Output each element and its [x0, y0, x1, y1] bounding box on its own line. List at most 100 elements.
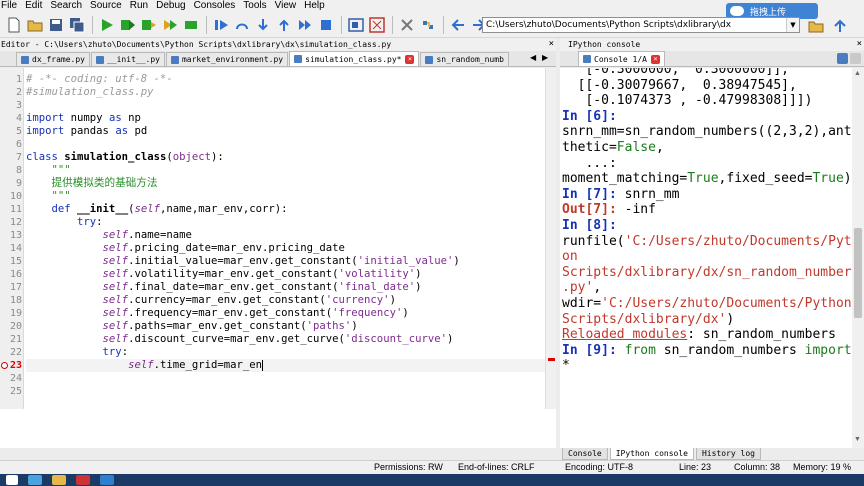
code-token: as — [108, 112, 122, 124]
code-line[interactable] — [26, 99, 556, 112]
code-editor[interactable]: 1 2 3 4 5 6 7 8 9 10 11 12 13 14 15 16 17 18 19 20 21 22 23 24 2… — [0, 68, 556, 409]
step-button[interactable] — [232, 15, 252, 35]
line-number: 13 — [9, 230, 22, 241]
new-file-button[interactable] — [4, 15, 24, 35]
code-line[interactable]: self.discount_curve=mar_env.get_curve('d… — [26, 333, 556, 346]
code-line[interactable]: self.pricing_date=mar_env.pricing_date — [26, 242, 556, 255]
console-scrollbar[interactable]: ▲ ▼ — [852, 68, 864, 448]
editor-tab[interactable]: sn_random_numb — [420, 52, 509, 66]
editor-scrollbar[interactable] — [545, 68, 556, 409]
bottom-tab[interactable]: Console — [562, 448, 608, 460]
menu-item-run[interactable]: Run — [126, 0, 152, 12]
tab-scroll-right-icon[interactable]: ▶ — [542, 53, 548, 62]
console-tab-bar: Console 1/A × — [560, 51, 864, 67]
menu-item-search[interactable]: Search — [46, 0, 86, 12]
code-line[interactable] — [26, 385, 556, 398]
parent-directory-button[interactable] — [830, 16, 850, 36]
maximize-pane-button[interactable] — [346, 15, 366, 35]
bottom-tab[interactable]: History log — [695, 448, 761, 460]
console-line: In [8]: — [562, 218, 852, 234]
code-line[interactable]: self.volatility=mar_env.get_constant('vo… — [26, 268, 556, 281]
code-line[interactable]: # -*- coding: utf-8 -*- — [26, 73, 556, 86]
close-icon[interactable]: × — [650, 54, 660, 64]
file-explorer-icon[interactable] — [52, 475, 66, 485]
editor-tab[interactable]: simulation_class.py* × — [289, 51, 420, 66]
menu-item-edit[interactable]: Edit — [21, 0, 46, 12]
menu-item-view[interactable]: View — [271, 0, 301, 12]
code-token: numpy — [64, 112, 109, 124]
stop-debug-button[interactable] — [316, 15, 336, 35]
code-line[interactable]: """ — [26, 190, 556, 203]
menu-item-help[interactable]: Help — [300, 0, 329, 12]
bottom-tab[interactable]: IPython console — [609, 448, 694, 460]
python-path-button[interactable] — [418, 15, 438, 35]
code-token: .pricing_date=mar_env.pricing_date — [128, 242, 345, 254]
task-view-icon[interactable] — [28, 475, 42, 485]
run-selection-button[interactable] — [181, 15, 201, 35]
code-line[interactable]: self.paths=mar_env.get_constant('paths') — [26, 320, 556, 333]
spyder-icon[interactable] — [100, 475, 114, 485]
close-icon[interactable]: × — [857, 38, 862, 51]
chevron-down-icon[interactable]: ▼ — [786, 18, 799, 32]
step-return-button[interactable] — [274, 15, 294, 35]
scroll-down-icon[interactable]: ▼ — [854, 436, 861, 443]
code-line[interactable]: 提供模拟类的基础方法 — [26, 177, 556, 190]
tab-console-1a[interactable]: Console 1/A × — [578, 51, 665, 66]
code-line[interactable]: #simulation_class.py — [26, 86, 556, 99]
windows-start-icon[interactable] — [6, 475, 18, 485]
menu-item-debug[interactable]: Debug — [152, 0, 189, 12]
code-line[interactable]: self.frequency=mar_env.get_constant('fre… — [26, 307, 556, 320]
code-token: 'volatility' — [338, 268, 416, 280]
scrollbar-thumb[interactable] — [854, 228, 862, 318]
menu-item-tools[interactable]: Tools — [239, 0, 270, 12]
menu-item-source[interactable]: Source — [86, 0, 126, 12]
code-line[interactable]: import numpy as np — [26, 112, 556, 125]
console-options-icon[interactable] — [837, 53, 848, 64]
code-token: """ — [51, 164, 71, 176]
menu-item-consoles[interactable]: Consoles — [190, 0, 240, 12]
tab-scroll-left-icon[interactable]: ◀ — [530, 53, 536, 62]
line-number: 5 — [15, 126, 22, 137]
code-line[interactable]: try: — [26, 216, 556, 229]
code-token: def — [51, 203, 71, 215]
code-line[interactable]: def __init__(self,name,mar_env,corr): — [26, 203, 556, 216]
editor-tab[interactable]: market_environment.py — [165, 52, 289, 66]
code-line[interactable]: """ — [26, 164, 556, 177]
run-file-button[interactable] — [118, 15, 138, 35]
continue-button[interactable] — [295, 15, 315, 35]
debug-button[interactable] — [211, 15, 231, 35]
code-line[interactable]: try: — [26, 346, 556, 359]
line-number: 12 — [9, 217, 22, 228]
code-line[interactable]: self.time_grid=mar_en — [26, 359, 556, 372]
working-directory-combobox[interactable]: C:\Users\zhuto\Documents\Python Scripts\… — [482, 17, 800, 33]
code-line[interactable] — [26, 372, 556, 385]
browse-directory-button[interactable] — [806, 16, 826, 36]
scroll-up-icon[interactable]: ▲ — [854, 70, 861, 77]
console-line: * — [562, 358, 852, 374]
save-button[interactable] — [46, 15, 66, 35]
run-cell-button[interactable] — [139, 15, 159, 35]
editor-tab[interactable]: dx_frame.py — [16, 52, 90, 66]
ipython-console-output[interactable]: [-0.3000000, 0.3000000]], [[-0.30079667,… — [560, 68, 852, 448]
preferences-button[interactable] — [397, 15, 417, 35]
run-button[interactable] — [97, 15, 117, 35]
close-icon[interactable]: × — [405, 54, 415, 64]
open-file-button[interactable] — [25, 15, 45, 35]
close-icon[interactable]: × — [549, 38, 554, 51]
step-into-button[interactable] — [253, 15, 273, 35]
code-line[interactable]: import pandas as pd — [26, 125, 556, 138]
save-all-button[interactable] — [67, 15, 87, 35]
code-line[interactable]: self.final_date=mar_env.get_constant('fi… — [26, 281, 556, 294]
editor-tab[interactable]: __init__.py — [90, 52, 165, 66]
run-cell-advance-button[interactable] — [160, 15, 180, 35]
fullscreen-button[interactable] — [367, 15, 387, 35]
code-line[interactable]: self.initial_value=mar_env.get_constant(… — [26, 255, 556, 268]
code-line[interactable] — [26, 138, 556, 151]
browser-icon[interactable] — [76, 475, 90, 485]
menu-item-file[interactable]: File — [0, 0, 21, 12]
console-menu-icon[interactable] — [850, 53, 861, 64]
code-line[interactable]: self.name=name — [26, 229, 556, 242]
code-line[interactable]: class simulation_class(object): — [26, 151, 556, 164]
back-arrow-button[interactable] — [448, 15, 468, 35]
code-line[interactable]: self.currency=mar_env.get_constant('curr… — [26, 294, 556, 307]
